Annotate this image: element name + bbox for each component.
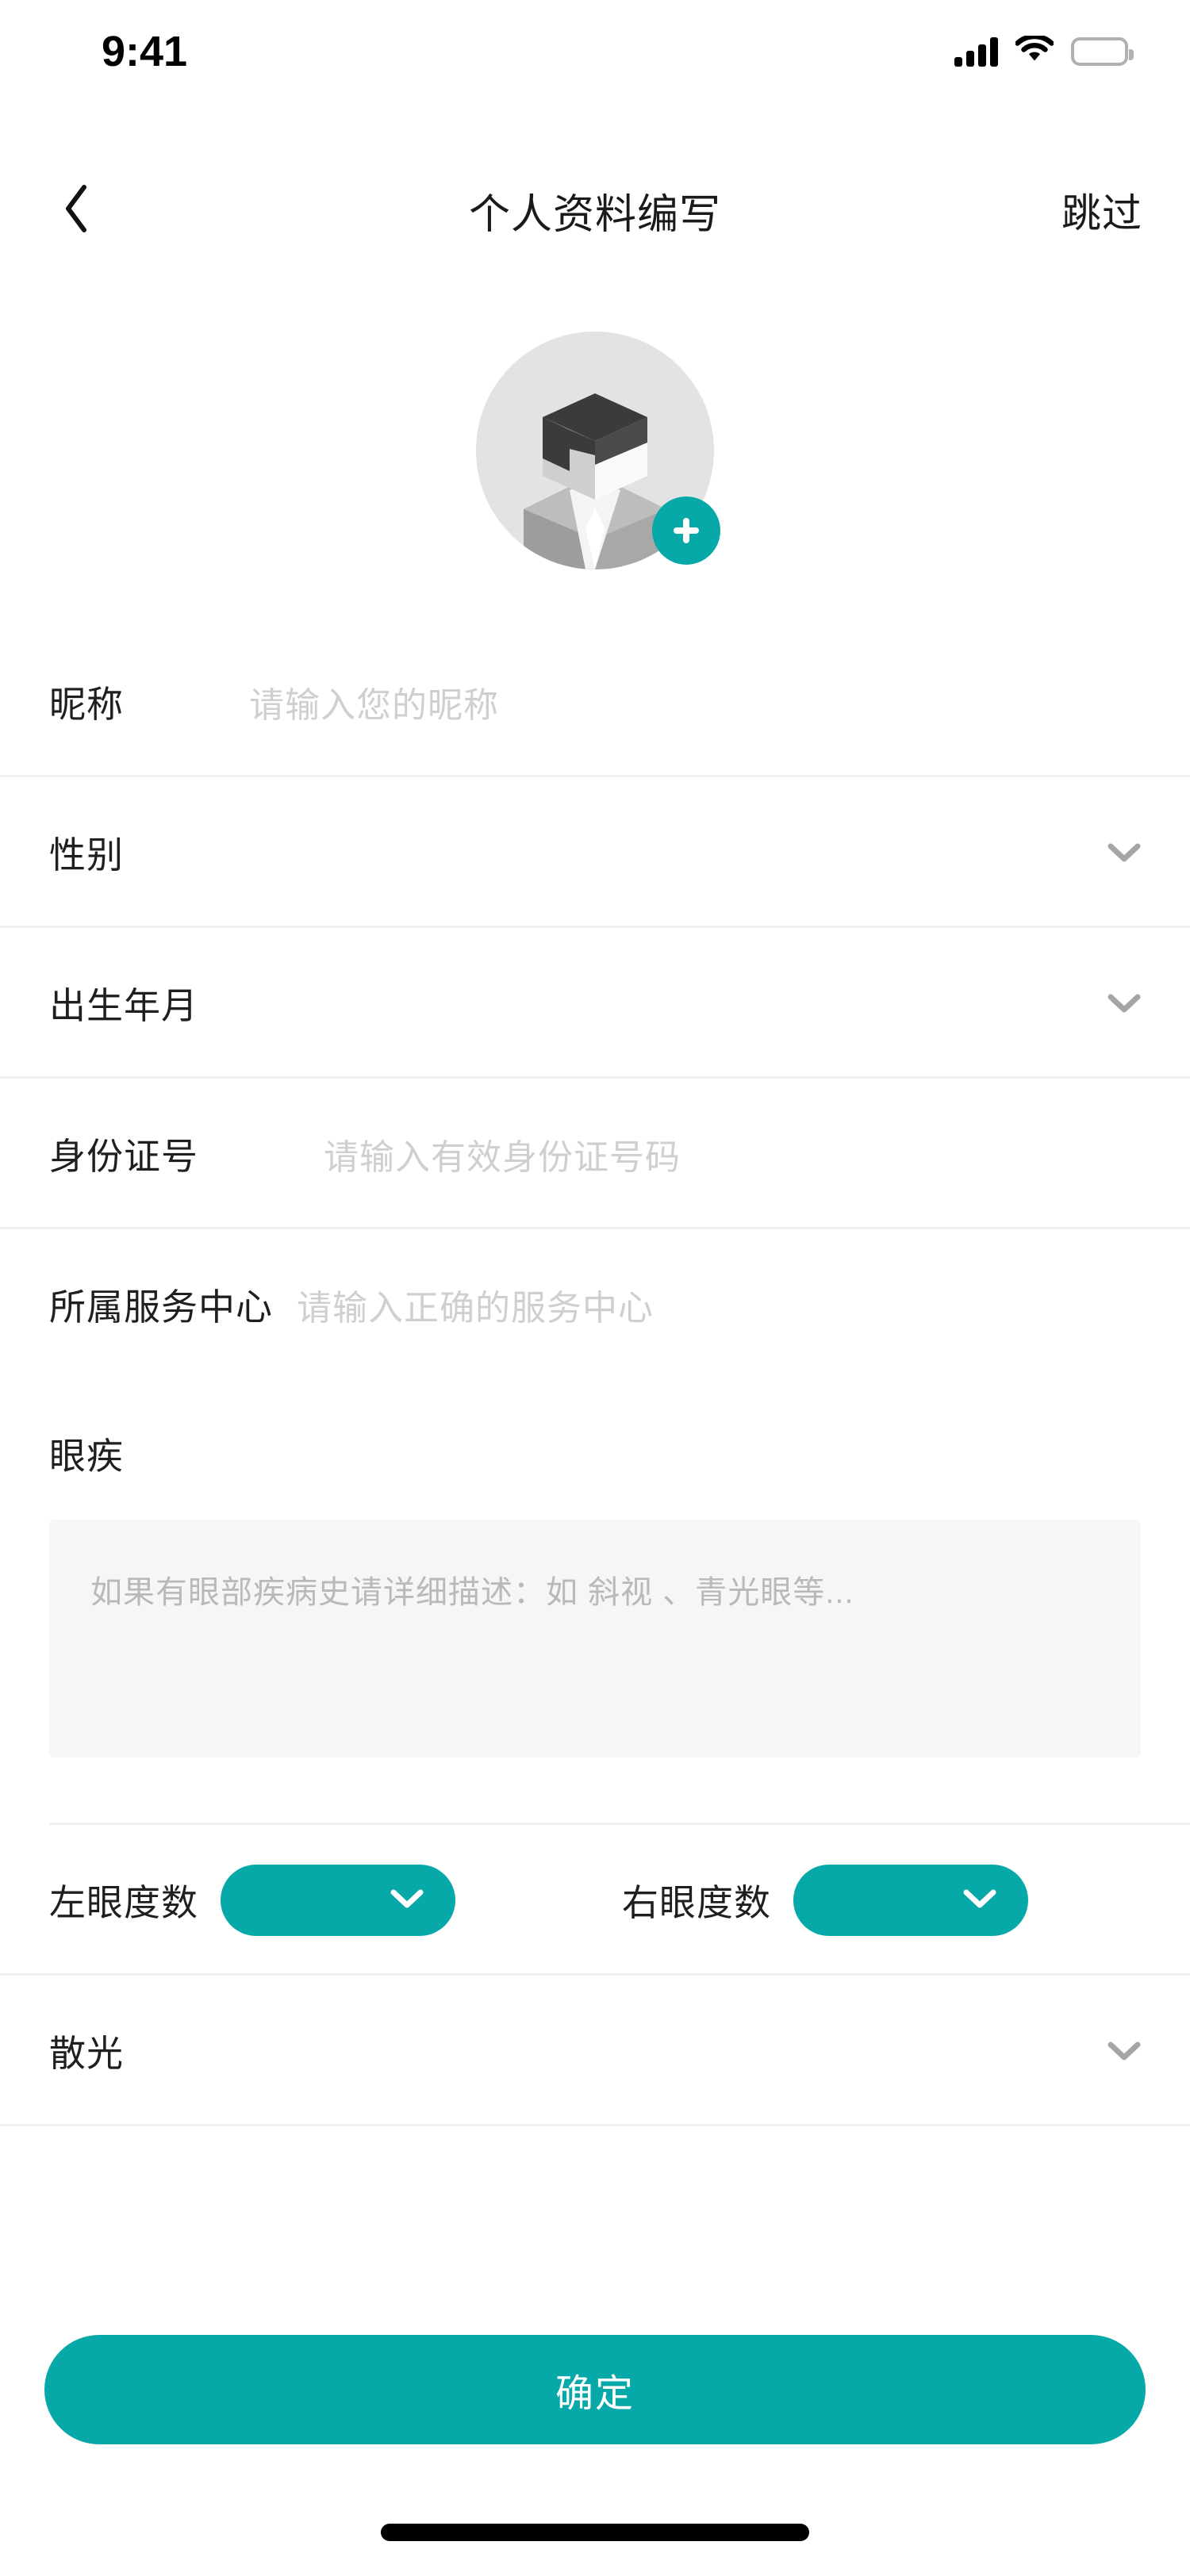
profile-setup-screen: 9:41 个人资料编写 跳过 昵称 请输入您的昵称 性别 出生年月 身份证号 请… <box>0 0 1190 2576</box>
plus-icon[interactable] <box>652 496 720 565</box>
avatar-upload[interactable] <box>476 332 720 569</box>
nickname-input[interactable]: 请输入您的昵称 <box>249 677 499 727</box>
form-row-nickname[interactable]: 昵称 请输入您的昵称 <box>0 627 1190 777</box>
left-eye-degree-select[interactable] <box>221 1865 455 1936</box>
home-indicator <box>381 2524 809 2541</box>
id-number-label: 身份证号 <box>49 1136 198 1177</box>
right-eye-degree-group: 右眼度数 <box>622 1865 1028 1936</box>
profile-form: 昵称 请输入您的昵称 性别 出生年月 身份证号 请输入有效身份证号码 所属服务中… <box>0 627 1190 2126</box>
nickname-label: 昵称 <box>49 684 124 725</box>
battery-full-icon <box>1071 37 1134 66</box>
chevron-down-icon <box>390 1888 424 1913</box>
form-row-service-center[interactable]: 所属服务中心 请输入正确的服务中心 <box>0 1229 1190 1380</box>
chevron-down-icon[interactable] <box>1106 985 1142 1022</box>
right-eye-degree-label: 右眼度数 <box>622 1882 771 1923</box>
navigation-header: 个人资料编写 跳过 <box>0 151 1190 270</box>
confirm-button[interactable]: 确定 <box>44 2335 1146 2444</box>
form-row-eye-degree: 左眼度数 右眼度数 <box>0 1825 1190 1976</box>
chevron-down-icon[interactable] <box>1106 2033 1142 2069</box>
left-eye-degree-group: 左眼度数 <box>49 1865 455 1936</box>
status-bar-icons <box>954 33 1134 68</box>
form-row-gender[interactable]: 性别 <box>0 777 1190 928</box>
eye-disease-textarea[interactable]: 如果有眼部疾病史请详细描述：如 斜视 、青光眼等... <box>49 1520 1141 1758</box>
left-eye-degree-label: 左眼度数 <box>49 1882 198 1923</box>
service-center-label: 所属服务中心 <box>49 1286 273 1328</box>
eye-disease-label: 眼疾 <box>49 1436 124 1477</box>
right-eye-degree-select[interactable] <box>793 1865 1028 1936</box>
id-number-input[interactable]: 请输入有效身份证号码 <box>324 1129 681 1179</box>
eye-disease-section: 眼疾 如果有眼部疾病史请详细描述：如 斜视 、青光眼等... <box>0 1380 1190 1825</box>
service-center-input[interactable]: 请输入正确的服务中心 <box>297 1279 654 1330</box>
skip-button[interactable]: 跳过 <box>1061 182 1142 239</box>
form-row-id-number[interactable]: 身份证号 请输入有效身份证号码 <box>0 1079 1190 1229</box>
eye-disease-placeholder: 如果有眼部疾病史请详细描述：如 斜视 、青光眼等... <box>90 1575 854 1610</box>
page-title: 个人资料编写 <box>468 191 721 238</box>
gender-label: 性别 <box>49 834 124 876</box>
status-bar-time: 9:41 <box>102 28 188 75</box>
form-row-birthdate[interactable]: 出生年月 <box>0 928 1190 1079</box>
form-row-astigmatism[interactable]: 散光 <box>0 1976 1190 2126</box>
chevron-down-icon[interactable] <box>1106 834 1142 871</box>
status-bar: 9:41 <box>0 0 1190 103</box>
chevron-down-icon <box>963 1888 996 1913</box>
signal-bars-icon <box>954 36 998 67</box>
birthdate-label: 出生年月 <box>49 985 198 1026</box>
astigmatism-label: 散光 <box>49 2033 124 2074</box>
wifi-icon <box>1015 33 1054 68</box>
